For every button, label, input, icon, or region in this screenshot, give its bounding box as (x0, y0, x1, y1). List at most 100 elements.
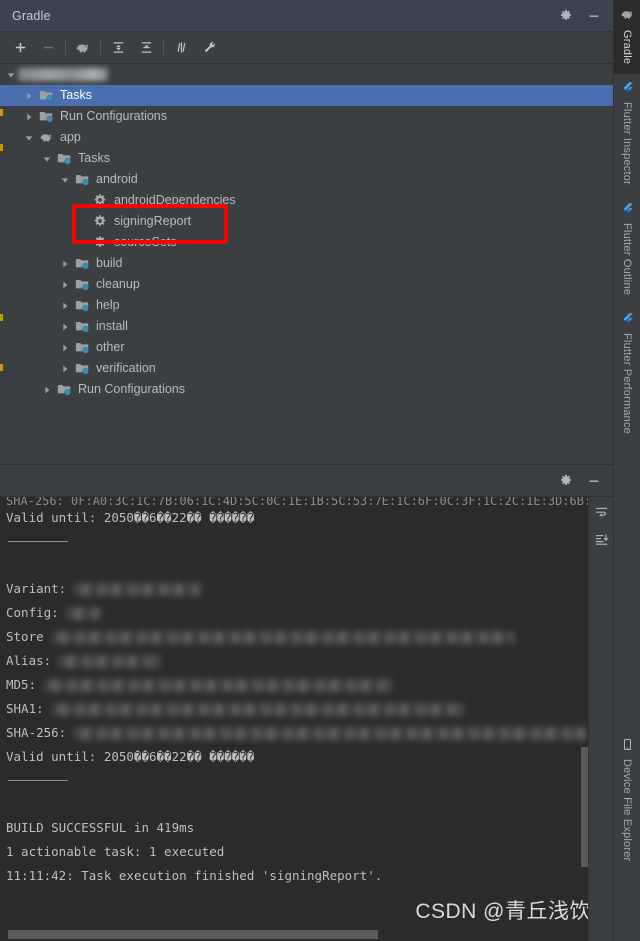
tree-row-label: Tasks (60, 88, 92, 103)
gradle-elephant-icon[interactable] (69, 35, 97, 61)
redacted-value (51, 703, 464, 716)
folder-gradle-icon (75, 361, 91, 377)
folder-gradle-icon (75, 277, 91, 293)
tree-row-build[interactable]: build (0, 253, 613, 274)
gear-icon[interactable] (559, 474, 573, 488)
toolbar-separator (163, 40, 164, 55)
tree-row-label: help (96, 298, 120, 313)
chevron-right-icon[interactable] (42, 384, 54, 396)
minimize-icon[interactable] (587, 474, 601, 488)
tree-row-help[interactable]: help (0, 295, 613, 316)
tree-row-label: cleanup (96, 277, 140, 292)
console-field-label: SHA1: (6, 701, 44, 716)
folder-gradle-icon (57, 382, 73, 398)
gear-task-icon (93, 214, 109, 230)
strip-item-flutter-performance[interactable]: Flutter Performance (614, 305, 640, 444)
chevron-right-icon[interactable] (60, 279, 72, 291)
chevron-right-icon[interactable] (60, 300, 72, 312)
chevron-right-icon[interactable] (60, 321, 72, 333)
chevron-down-icon[interactable] (6, 69, 18, 81)
tree-row-project-root[interactable] (0, 64, 613, 85)
strip-bottom-items: Device File Explorer (614, 731, 640, 941)
tree-row-label: androidDependencies (114, 193, 236, 208)
tree-row-other[interactable]: other (0, 337, 613, 358)
right-tool-window-strip: Gradle Flutter Inspector Flutter Outline Fl… (613, 0, 640, 941)
folder-gradle-icon (75, 256, 91, 272)
tree-row-tasks[interactable]: Tasks (0, 85, 613, 106)
chevron-right-icon[interactable] (60, 258, 72, 270)
console-text-line: 11:11:42: Task execution finished 'signi… (6, 868, 383, 883)
tree-row-tasks[interactable]: Tasks (0, 148, 613, 169)
strip-item-label: Flutter Inspector (621, 102, 633, 186)
strip-item-label: Flutter Performance (621, 333, 633, 435)
add-icon[interactable] (6, 35, 34, 61)
strip-item-flutter-inspector[interactable]: Flutter Inspector (614, 74, 640, 195)
soft-wrap-icon[interactable] (594, 505, 609, 520)
console-redacted-line: Variant: (6, 577, 589, 601)
tool-window-header: Gradle (0, 0, 613, 32)
gradle-task-tree[interactable]: Tasks Run Configurations app Tasks android an… (0, 64, 613, 464)
redacted-project-name (18, 68, 108, 81)
run-console-header (0, 464, 613, 497)
collapse-all-icon[interactable] (132, 35, 160, 61)
run-console-output[interactable]: SHA-256: 0F:A0:3C:1C:7B:06:1C:4D:5C:0C:1… (0, 497, 613, 941)
expand-all-icon[interactable] (104, 35, 132, 61)
strip-top-items: Gradle Flutter Inspector Flutter Outline Fl… (614, 0, 640, 444)
chevron-right-icon[interactable] (24, 111, 36, 123)
tree-row-install[interactable]: install (0, 316, 613, 337)
tree-row-android[interactable]: android (0, 169, 613, 190)
toolbar-separator (65, 40, 66, 55)
strip-item-device-file-explorer[interactable]: Device File Explorer (614, 731, 640, 871)
tree-row-label: Run Configurations (78, 382, 186, 397)
tree-row-label: android (96, 172, 138, 187)
tree-row-androiddependencies[interactable]: androidDependencies (0, 190, 613, 211)
tree-row-label: install (96, 319, 128, 334)
console-horizontal-scrollbar[interactable] (8, 930, 378, 939)
redacted-value (51, 631, 514, 644)
folder-gradle-icon (39, 109, 55, 125)
chevron-down-icon[interactable] (24, 132, 36, 144)
tree-row-label: app (60, 130, 81, 145)
tree-row-label: sourceSets (114, 235, 177, 250)
console-field-label: SHA-256: (6, 725, 67, 740)
chevron-down-icon[interactable] (60, 174, 72, 186)
tree-row-sourcesets[interactable]: sourceSets (0, 232, 613, 253)
console-vertical-scrollbar[interactable] (581, 747, 588, 867)
tree-row-signingreport[interactable]: signingReport (0, 211, 613, 232)
tree-row-run-configurations[interactable]: Run Configurations (0, 379, 613, 400)
tree-row-cleanup[interactable]: cleanup (0, 274, 613, 295)
tool-window-header-actions (559, 9, 613, 23)
console-separator-rule (8, 541, 68, 542)
chevron-right-icon[interactable] (24, 90, 36, 102)
console-redacted-line: Alias: (6, 649, 589, 673)
minimize-icon[interactable] (587, 9, 601, 23)
strip-item-gradle[interactable]: Gradle (614, 0, 640, 75)
toggle-offline-icon[interactable] (167, 35, 195, 61)
chevron-right-icon[interactable] (60, 363, 72, 375)
tree-row-run-configurations[interactable]: Run Configurations (0, 106, 613, 127)
tree-row-label: Run Configurations (60, 109, 168, 124)
tree-row-label: build (96, 256, 123, 271)
run-console-header-actions (559, 474, 613, 488)
tree-row-label: other (96, 340, 125, 355)
console-redacted-line: SHA1: (6, 697, 589, 721)
tree-row-verification[interactable]: verification (0, 358, 613, 379)
console-separator-rule (8, 780, 68, 781)
console-action-rail (588, 497, 613, 941)
chevron-down-icon[interactable] (42, 153, 54, 165)
console-redacted-line: MD5: (6, 673, 589, 697)
redacted-value (44, 679, 393, 692)
strip-item-label: Gradle (621, 30, 633, 65)
chevron-right-icon[interactable] (60, 342, 72, 354)
scroll-to-end-icon[interactable] (594, 532, 609, 547)
console-redacted-line: Config: (6, 601, 589, 625)
gradle-tool-window: Gradle Tasks Run Configurations app Task… (0, 0, 640, 941)
flutter-icon (621, 81, 634, 97)
gear-icon[interactable] (559, 9, 573, 23)
tree-row-app[interactable]: app (0, 127, 613, 148)
strip-item-flutter-outline[interactable]: Flutter Outline (614, 195, 640, 305)
wrench-icon[interactable] (195, 35, 223, 61)
toolbar-separator (100, 40, 101, 55)
elephant-icon (620, 7, 635, 25)
folder-gradle-icon (57, 151, 73, 167)
